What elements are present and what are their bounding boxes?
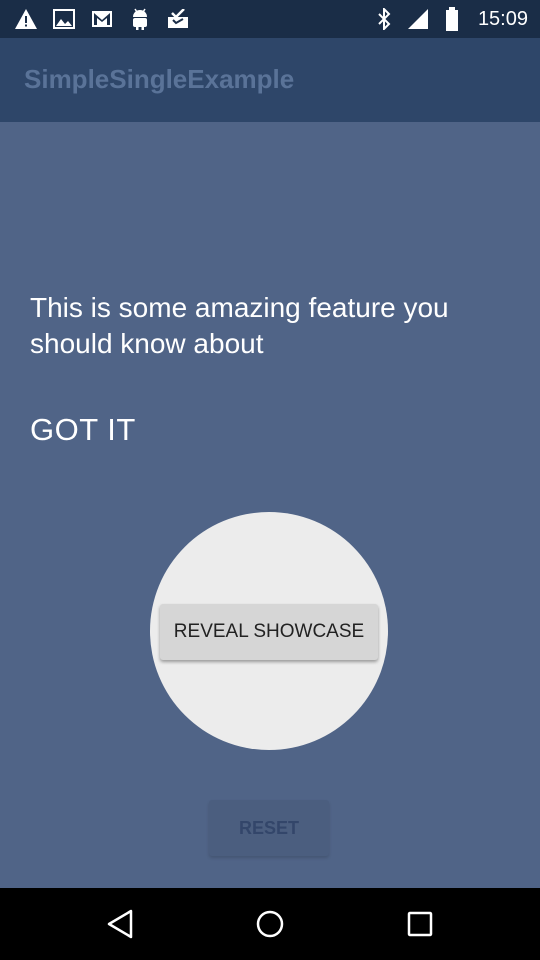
gmail-icon [90,7,114,31]
navigation-bar [0,888,540,960]
app-title: SimpleSingleExample [24,64,295,94]
battery-icon [440,7,464,31]
status-bar: 15:09 [0,0,540,38]
warning-icon [14,7,38,31]
inbox-check-icon [166,7,190,31]
back-icon[interactable] [102,906,138,942]
reveal-showcase-button[interactable]: REVEAL SHOWCASE [160,604,378,660]
image-icon [52,7,76,31]
reset-button[interactable]: RESET [209,800,329,856]
android-icon [128,7,152,31]
home-icon[interactable] [252,906,288,942]
showcase-overlay[interactable]: This is some amazing feature you should … [0,122,540,888]
recents-icon[interactable] [402,906,438,942]
bluetooth-icon [372,7,396,31]
showcase-text: This is some amazing feature you should … [30,292,449,359]
clock: 15:09 [477,7,528,30]
app-bar: SimpleSingleExample [0,38,540,122]
got-it-button[interactable]: GOT IT [30,412,136,448]
signal-icon [406,7,430,31]
